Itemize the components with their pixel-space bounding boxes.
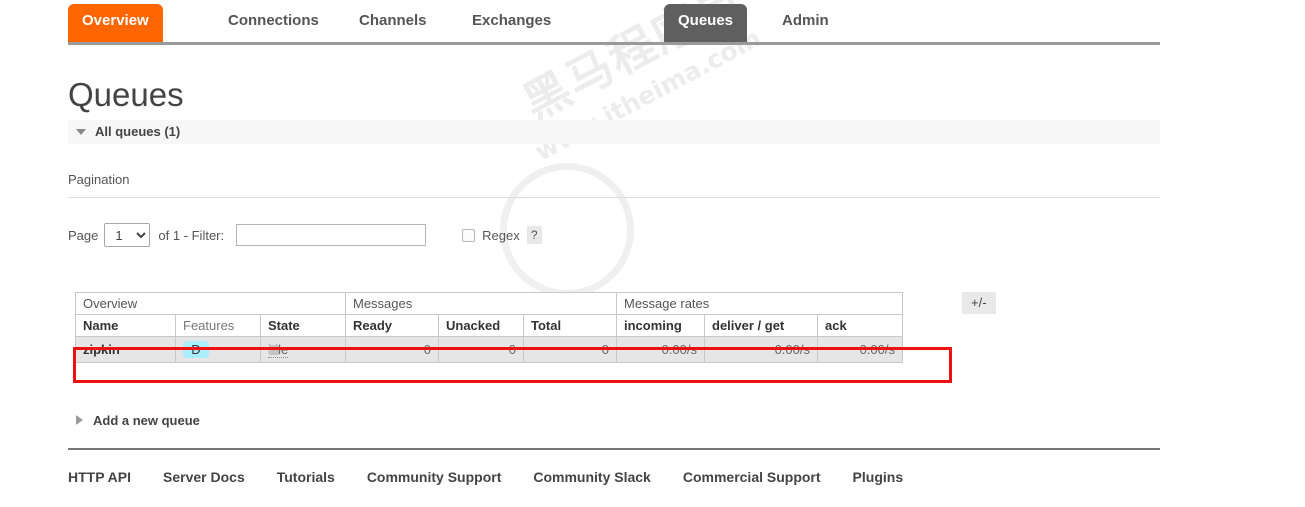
column-header-deliver-get[interactable]: deliver / get xyxy=(704,314,818,337)
footer-links: HTTP API Server Docs Tutorials Community Su… xyxy=(68,465,1168,489)
add-new-queue-label: Add a new queue xyxy=(93,412,200,428)
queue-name[interactable]: zipkin xyxy=(75,336,176,363)
column-header-unacked[interactable]: Unacked xyxy=(438,314,524,337)
footer-link-commercial-support[interactable]: Commercial Support xyxy=(683,469,821,485)
add-new-queue-section[interactable]: Add a new queue xyxy=(76,410,200,430)
column-header-ack[interactable]: ack xyxy=(817,314,903,337)
footer-link-tutorials[interactable]: Tutorials xyxy=(277,469,335,485)
table-column-header-row: Name Features State Ready Unacked Total incomi… xyxy=(75,314,903,337)
page-label: Page xyxy=(68,227,99,243)
pagination-divider xyxy=(68,197,1160,198)
page-title: Queues xyxy=(68,76,184,113)
footer-link-http-api[interactable]: HTTP API xyxy=(68,469,131,485)
tab-overview[interactable]: Overview xyxy=(68,4,163,42)
page-count-and-filter-label: of 1 - Filter: xyxy=(158,227,225,243)
tab-exchanges[interactable]: Exchanges xyxy=(458,4,565,42)
column-header-name[interactable]: Name xyxy=(75,314,176,337)
main-navigation-tabs: Overview Connections Channels Exchanges Queu… xyxy=(68,0,1160,45)
tab-admin[interactable]: Admin xyxy=(768,4,843,42)
chevron-right-icon xyxy=(76,415,83,425)
footer-link-plugins[interactable]: Plugins xyxy=(853,469,904,485)
rabbitmq-management-page: Overview Connections Channels Exchanges Queu… xyxy=(0,0,1305,507)
regex-checkbox[interactable] xyxy=(462,228,476,242)
queue-ready: 0 xyxy=(345,336,439,363)
queue-features-cell: D xyxy=(175,336,261,363)
table-body: zipkinDidle0000.00/s0.00/s0.00/s xyxy=(75,336,903,363)
footer-link-community-support[interactable]: Community Support xyxy=(367,469,502,485)
regex-label: Regex xyxy=(482,227,520,243)
durable-badge: D xyxy=(183,341,209,358)
chevron-down-icon xyxy=(76,129,86,135)
queue-rate-incoming: 0.00/s xyxy=(616,336,705,363)
table-group-header-row: Overview Messages Message rates xyxy=(75,292,903,315)
column-header-state[interactable]: State xyxy=(260,314,346,337)
page-number-select[interactable]: 1 xyxy=(104,223,151,247)
queue-rate-ack: 0.00/s xyxy=(817,336,903,363)
status-indicator-icon xyxy=(269,345,279,355)
regex-help-icon[interactable]: ? xyxy=(526,226,542,244)
table-row[interactable]: zipkinDidle0000.00/s0.00/s0.00/s xyxy=(75,336,903,363)
footer-link-community-slack[interactable]: Community Slack xyxy=(533,469,650,485)
pagination-controls: Page 1 of 1 - Filter: Regex ? xyxy=(68,222,542,248)
tab-channels[interactable]: Channels xyxy=(345,4,441,42)
filter-input[interactable] xyxy=(236,224,427,246)
group-header-overview: Overview xyxy=(75,292,346,315)
queue-total: 0 xyxy=(523,336,617,363)
pagination-heading: Pagination xyxy=(68,172,130,187)
tab-queues[interactable]: Queues xyxy=(664,4,748,42)
column-header-total[interactable]: Total xyxy=(523,314,617,337)
toggle-columns-button[interactable]: +/- xyxy=(962,292,996,314)
queue-unacked: 0 xyxy=(438,336,524,363)
column-header-ready[interactable]: Ready xyxy=(345,314,439,337)
group-header-messages: Messages xyxy=(345,292,617,315)
tab-connections[interactable]: Connections xyxy=(214,4,333,42)
all-queues-label: All queues (1) xyxy=(95,124,181,139)
queue-state-cell: idle xyxy=(260,336,346,363)
all-queues-section-header[interactable]: All queues (1) xyxy=(68,120,1160,144)
column-header-incoming[interactable]: incoming xyxy=(616,314,705,337)
column-header-features[interactable]: Features xyxy=(175,314,261,337)
queue-rate-deliver-get: 0.00/s xyxy=(704,336,818,363)
queues-table: Overview Messages Message rates Name Featur… xyxy=(75,292,903,363)
footer-link-server-docs[interactable]: Server Docs xyxy=(163,469,245,485)
group-header-message-rates: Message rates xyxy=(616,292,903,315)
footer-divider xyxy=(68,448,1160,450)
